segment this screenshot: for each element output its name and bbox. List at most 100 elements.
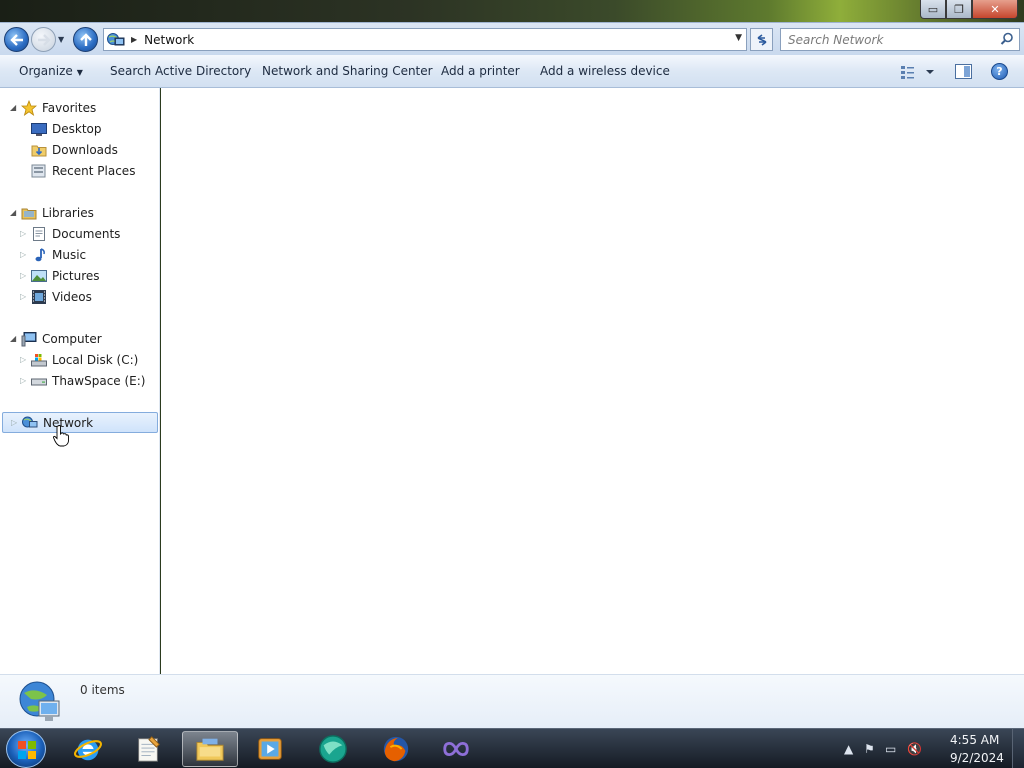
- taskbar-windows-explorer[interactable]: [182, 731, 238, 767]
- up-button[interactable]: [73, 27, 98, 52]
- forward-button[interactable]: [31, 27, 56, 52]
- add-wireless-device-button[interactable]: Add a wireless device: [540, 64, 670, 78]
- organize-button[interactable]: Organize ▼: [19, 64, 83, 78]
- notepad-icon: [133, 734, 163, 764]
- refresh-button[interactable]: [750, 28, 773, 51]
- search-active-directory-button[interactable]: Search Active Directory: [110, 64, 251, 78]
- nav-desktop-label: Desktop: [52, 121, 102, 136]
- address-history-dropdown-icon[interactable]: ▼: [735, 33, 742, 43]
- nav-downloads[interactable]: Downloads: [0, 139, 158, 160]
- taskbar-internet-explorer[interactable]: [60, 731, 116, 767]
- nav-local-disk-c-label: Local Disk (C:): [52, 352, 139, 367]
- volume-muted-icon[interactable]: 🔇: [907, 742, 922, 756]
- taskbar-media-player[interactable]: [242, 731, 298, 767]
- collapse-arrow-icon[interactable]: ◢: [10, 208, 16, 217]
- close-button[interactable]: ✕: [972, 0, 1018, 19]
- videos-film-icon: [31, 289, 47, 305]
- add-printer-button[interactable]: Add a printer: [441, 64, 520, 78]
- start-button[interactable]: [6, 730, 46, 768]
- internet-explorer-icon: [73, 734, 103, 764]
- nav-music[interactable]: ▷ Music: [0, 244, 158, 265]
- nav-libraries-label: Libraries: [42, 205, 94, 220]
- nav-thawspace-e-label: ThawSpace (E:): [52, 373, 146, 388]
- nav-computer[interactable]: ◢ Computer: [0, 328, 158, 349]
- nav-pictures[interactable]: ▷ Pictures: [0, 265, 158, 286]
- expand-arrow-icon[interactable]: ▷: [20, 229, 26, 238]
- local-disk-icon: [31, 352, 47, 368]
- chevron-down-icon: ▼: [76, 68, 83, 77]
- network-icon: [22, 415, 38, 431]
- nav-music-label: Music: [52, 247, 87, 262]
- media-player-icon: [255, 734, 285, 764]
- taskbar-browser[interactable]: [305, 731, 361, 767]
- nav-documents-label: Documents: [52, 226, 121, 241]
- search-input[interactable]: [788, 32, 998, 47]
- nav-libraries[interactable]: ◢ Libraries: [0, 202, 158, 223]
- refresh-icon: [757, 33, 766, 46]
- breadcrumb-separator-icon[interactable]: ▶: [131, 35, 137, 44]
- firefox-icon: [381, 734, 411, 764]
- restore-button[interactable]: ❐: [946, 0, 972, 19]
- drive-icon: [31, 373, 47, 389]
- back-button[interactable]: [4, 27, 29, 52]
- browser-globe-icon: [318, 734, 348, 764]
- command-bar: Organize ▼ Search Active Directory Networ…: [0, 55, 1024, 88]
- taskbar-visual-studio[interactable]: [428, 731, 484, 767]
- nav-videos-label: Videos: [52, 289, 92, 304]
- desktop-icon: [31, 121, 47, 137]
- clock-date[interactable]: 9/2/2024: [950, 751, 1004, 765]
- help-button[interactable]: ?: [991, 63, 1008, 80]
- minimize-button[interactable]: ▭: [920, 0, 946, 19]
- change-view-button[interactable]: [900, 64, 936, 80]
- show-desktop-button[interactable]: [1012, 729, 1024, 768]
- nav-documents[interactable]: ▷ Documents: [0, 223, 158, 244]
- expand-arrow-icon[interactable]: ▷: [20, 250, 26, 259]
- nav-network[interactable]: ▷ Network: [2, 412, 158, 433]
- hand-cursor-icon: [53, 425, 69, 447]
- taskbar: ▲ ⚑ ▭ 🔇: [0, 728, 1024, 768]
- computer-icon: [21, 331, 37, 347]
- network-tray-icon[interactable]: ▭: [885, 742, 896, 756]
- expand-arrow-icon[interactable]: ▷: [11, 418, 17, 427]
- nav-local-disk-c[interactable]: ▷ Local Disk (C:): [0, 349, 158, 370]
- music-note-icon: [31, 247, 47, 263]
- nav-favorites[interactable]: ◢ Favorites: [0, 97, 158, 118]
- search-icon[interactable]: [1000, 32, 1014, 46]
- pictures-icon: [31, 268, 47, 284]
- expand-arrow-icon[interactable]: ▷: [20, 271, 26, 280]
- item-count: 0 items: [80, 683, 125, 697]
- nav-desktop[interactable]: Desktop: [0, 118, 158, 139]
- nav-pictures-label: Pictures: [52, 268, 100, 283]
- file-list-area[interactable]: [161, 88, 1024, 674]
- collapse-arrow-icon[interactable]: ◢: [10, 334, 16, 343]
- action-center-flag-icon[interactable]: ⚑: [864, 742, 875, 756]
- desktop-wallpaper: [0, 0, 1024, 24]
- taskbar-notepad[interactable]: [120, 731, 176, 767]
- expand-arrow-icon[interactable]: ▷: [20, 376, 26, 385]
- address-bar[interactable]: ▶ Network ▼: [103, 28, 747, 51]
- network-location-icon: [107, 32, 125, 48]
- clock-time[interactable]: 4:55 AM: [950, 733, 999, 747]
- organize-label: Organize: [19, 64, 73, 78]
- network-large-icon: [17, 679, 63, 725]
- nav-thawspace-e[interactable]: ▷ ThawSpace (E:): [0, 370, 158, 391]
- recent-pages-dropdown[interactable]: ▼: [58, 35, 68, 44]
- preview-pane-button[interactable]: [955, 64, 972, 79]
- breadcrumb-network[interactable]: Network: [144, 33, 194, 47]
- show-hidden-icons-icon[interactable]: ▲: [844, 742, 853, 756]
- nav-computer-label: Computer: [42, 331, 102, 346]
- collapse-arrow-icon[interactable]: ◢: [10, 103, 16, 112]
- network-sharing-center-button[interactable]: Network and Sharing Center: [262, 64, 433, 78]
- nav-videos[interactable]: ▷ Videos: [0, 286, 158, 307]
- search-box[interactable]: [780, 28, 1020, 51]
- recent-places-icon: [31, 163, 47, 179]
- nav-favorites-label: Favorites: [42, 100, 97, 115]
- taskbar-firefox[interactable]: [368, 731, 424, 767]
- expand-arrow-icon[interactable]: ▷: [20, 355, 26, 364]
- expand-arrow-icon[interactable]: ▷: [20, 292, 26, 301]
- nav-recent-places[interactable]: Recent Places: [0, 160, 158, 181]
- details-pane: 0 items: [0, 674, 1024, 728]
- infinity-icon: [441, 734, 471, 764]
- explorer-folder-icon: [195, 734, 225, 764]
- downloads-folder-icon: [31, 142, 47, 158]
